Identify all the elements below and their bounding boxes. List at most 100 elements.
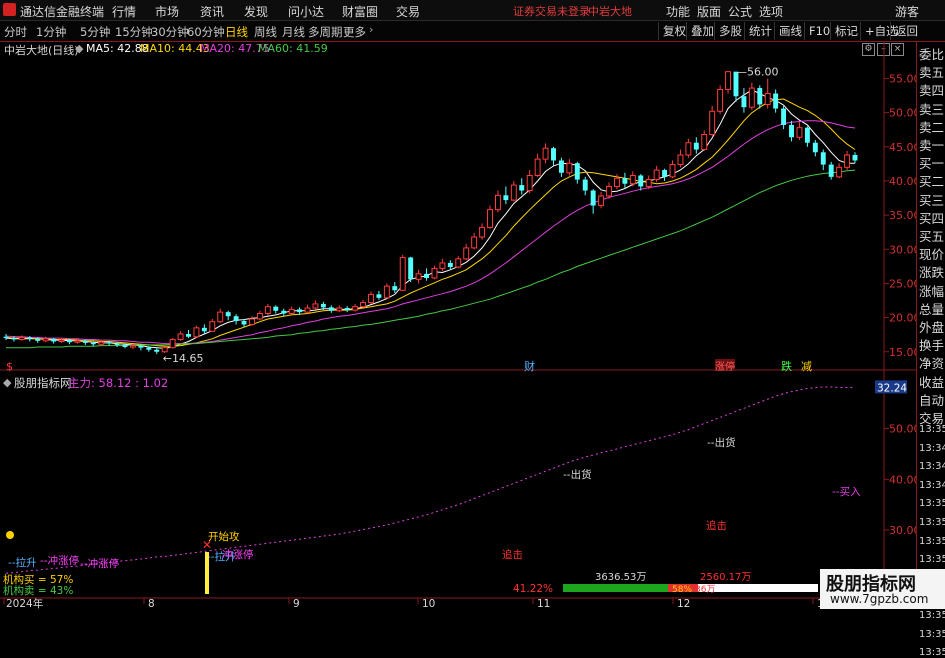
side-label: 卖四 [919,83,945,99]
marker-s: $ [6,360,13,373]
candle-body [558,160,564,173]
candle-body [281,310,287,314]
candle-body [510,184,517,201]
side-label: 委比 [919,47,945,62]
candle-body [424,273,429,278]
candle-body [256,312,263,320]
signal-chuhuo: --出货 [563,468,592,481]
kline-chart[interactable]: 55.0050.0045.0040.0035.0030.0025.0020.00… [0,0,945,609]
time-tick-label: 9 [293,598,300,609]
candle-body [42,338,49,342]
candle-body [812,142,818,153]
signal-chuhuo: --出货 [707,436,736,449]
event-die: 跌 [781,359,792,373]
trade-time: 13:35 [919,628,945,640]
side-label: 净资 [919,356,945,372]
candle-body [344,308,350,311]
candle-body [542,147,549,160]
indicator-value-badge-text: 32.24 [877,382,907,394]
candle-body [3,336,9,339]
watermark-url: www.7gpzb.com [830,592,929,606]
candle-body [852,155,858,161]
trade-time: 13:34 [919,442,945,454]
trade-time: 13:35 [919,647,945,658]
side-label: 卖三 [919,101,945,117]
side-label: 涨跌 [919,265,945,281]
candle-body [27,337,33,339]
trade-time: 13:35 [919,424,945,435]
candle-body [645,179,652,187]
candle-body [662,170,668,177]
side-label: 买三 [919,192,945,208]
signal-lasheng: --拉升 [8,556,37,569]
side-label[interactable]: 自动 [919,390,944,409]
candle-body [789,124,794,138]
candle-body [233,316,239,322]
signal-cross-icon: ✕ [202,538,212,552]
trade-time: 13:34 [919,461,945,473]
candle-body [614,177,620,187]
candle-body [209,321,216,332]
candle-body [725,71,732,90]
signal-mairu: --买入 [832,486,861,498]
candle-body [67,340,72,343]
candle-body [844,154,851,168]
candle-body [217,311,224,323]
candle-body [399,256,406,291]
candle-body [201,327,207,332]
candle-body [58,339,65,343]
ma-line-ma20 [5,120,856,345]
trade-time: 13:35 [919,554,945,566]
candle-body [74,340,81,343]
candle-body [574,163,580,180]
candle-body [669,164,676,178]
candle-body [154,349,160,352]
time-tick-label: 12 [677,598,690,609]
candle-body [336,307,343,312]
candle-body [122,344,128,347]
candle-body [503,195,509,201]
candle-body [677,154,684,166]
candle-body [146,347,152,350]
candle-body [90,342,96,345]
candle-body [368,293,374,304]
indicator-title: 股朋指标网 [14,376,72,390]
candle-body [701,134,708,151]
side-label: 卖一 [919,138,945,153]
candle-body [566,162,573,174]
time-tick-label: 8 [148,598,155,609]
event-zhangting: 涨停 [715,360,735,373]
candle-body [193,327,200,338]
time-tick-label: 11 [537,598,550,609]
candle-body [463,247,470,260]
buy-amount: 3636.53万 [595,572,646,583]
candle-body [629,175,636,185]
candle-body [249,318,255,325]
candle-body [114,343,120,345]
candle-body [169,338,176,349]
candle-body [51,338,57,342]
candle-body [622,178,628,184]
signal-zhuiji: 追击 [502,548,523,561]
side-label: 买二 [919,174,945,190]
side-label: 换手 [919,338,945,354]
trade-time: 13:35 [919,535,945,547]
side-label: 现价 [919,247,945,263]
signal-bar [205,552,209,594]
candle-body [764,93,771,105]
candle-body [352,306,359,311]
candle-body [297,309,303,313]
candle-body [138,345,144,348]
candle-body [796,127,803,138]
event-cai: 财 [524,359,535,373]
indicator-dropdown-icon[interactable]: ◆ [3,376,11,389]
candle-body [35,338,41,341]
indicator-value: 主力: 58.12 : 1.02 [68,376,169,390]
side-label: 外盘 [919,320,945,335]
time-tick-label: 2024年 [6,597,43,609]
side-label: 买四 [919,210,945,226]
candle-body [288,308,295,314]
candle-body [741,96,747,108]
candle-body [773,93,779,109]
candle-body [304,307,311,313]
